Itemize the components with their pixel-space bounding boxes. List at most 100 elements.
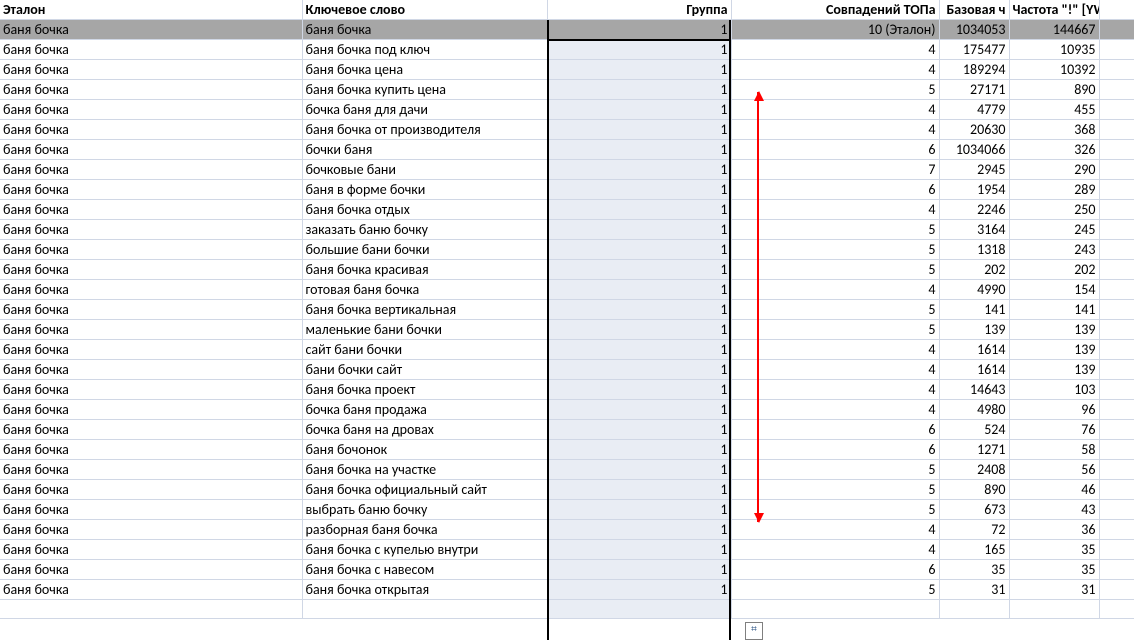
cell-tail[interactable]: [1099, 560, 1134, 580]
cell-empty[interactable]: [547, 600, 731, 619]
cell-match[interactable]: 5: [731, 500, 939, 520]
col-header-match[interactable]: Совпадений ТОПа: [731, 0, 939, 20]
cell-etalon[interactable]: баня бочка: [0, 320, 302, 340]
cell-tail[interactable]: [1099, 180, 1134, 200]
cell-tail[interactable]: [1099, 260, 1134, 280]
cell-group[interactable]: 1: [547, 440, 731, 460]
table-row[interactable]: баня бочкабаня бочка с купелью внутри141…: [0, 540, 1134, 560]
cell-group[interactable]: 1: [547, 340, 731, 360]
cell-keyword[interactable]: баня бочка вертикальная: [302, 300, 547, 320]
cell-match[interactable]: 6: [731, 560, 939, 580]
cell-etalon[interactable]: баня бочка: [0, 180, 302, 200]
cell-match[interactable]: 6: [731, 180, 939, 200]
cell-freq[interactable]: 35: [1009, 560, 1099, 580]
cell-etalon[interactable]: баня бочка: [0, 280, 302, 300]
cell-etalon[interactable]: баня бочка: [0, 200, 302, 220]
table-row[interactable]: баня бочказаказать баню бочку153164245: [0, 220, 1134, 240]
table-row[interactable]: баня бочкавыбрать баню бочку1567343: [0, 500, 1134, 520]
cell-tail[interactable]: [1099, 380, 1134, 400]
cell-group[interactable]: 1: [547, 240, 731, 260]
cell-etalon[interactable]: баня бочка: [0, 440, 302, 460]
cell-base[interactable]: 14643: [939, 380, 1009, 400]
cell-keyword[interactable]: баня бочка купить цена: [302, 80, 547, 100]
cell-empty[interactable]: [731, 600, 939, 619]
cell-freq[interactable]: 103: [1009, 380, 1099, 400]
cell-group[interactable]: 1: [547, 120, 731, 140]
table-row[interactable]: баня бочкаразборная баня бочка147236: [0, 520, 1134, 540]
cell-base[interactable]: 31: [939, 580, 1009, 600]
cell-group[interactable]: 1: [547, 180, 731, 200]
cell-tail[interactable]: [1099, 60, 1134, 80]
cell-base[interactable]: 2408: [939, 460, 1009, 480]
cell-keyword[interactable]: баня бочка на участке: [302, 460, 547, 480]
cell-match[interactable]: 4: [731, 340, 939, 360]
cell-match[interactable]: 5: [731, 300, 939, 320]
cell-empty[interactable]: [1009, 600, 1099, 619]
cell-group[interactable]: 1: [547, 160, 731, 180]
cell-base[interactable]: 189294: [939, 60, 1009, 80]
cell-group[interactable]: 1: [547, 320, 731, 340]
cell-etalon[interactable]: баня бочка: [0, 120, 302, 140]
cell-group[interactable]: 1: [547, 400, 731, 420]
cell-base[interactable]: 1614: [939, 360, 1009, 380]
table-row[interactable]: баня бочкабочка баня продажа14498096: [0, 400, 1134, 420]
table-row[interactable]: баня бочкабаня бочка от производителя142…: [0, 120, 1134, 140]
table-row[interactable]: баня бочкабаня бочка официальный сайт158…: [0, 480, 1134, 500]
table-row[interactable]: баня бочкабочки баня161034066326: [0, 140, 1134, 160]
cell-match[interactable]: 4: [731, 360, 939, 380]
cell-freq[interactable]: 326: [1009, 140, 1099, 160]
cell-group[interactable]: 1: [547, 480, 731, 500]
cell-group[interactable]: 1: [547, 540, 731, 560]
cell-freq[interactable]: 139: [1009, 320, 1099, 340]
table-row[interactable]: баня бочкабочка баня на дровах1652476: [0, 420, 1134, 440]
cell-group[interactable]: 1: [547, 60, 731, 80]
cell-freq[interactable]: 139: [1009, 340, 1099, 360]
cell-base[interactable]: 2945: [939, 160, 1009, 180]
table-row[interactable]: баня бочкабаня бочка под ключ14175477109…: [0, 40, 1134, 60]
cell-match[interactable]: 5: [731, 220, 939, 240]
cell-freq[interactable]: 43: [1009, 500, 1099, 520]
cell-keyword[interactable]: баня в форме бочки: [302, 180, 547, 200]
table-row[interactable]: баня бочкасайт бани бочки141614139: [0, 340, 1134, 360]
cell-base[interactable]: 165: [939, 540, 1009, 560]
cell-match[interactable]: 6: [731, 140, 939, 160]
cell-group[interactable]: 1: [547, 80, 731, 100]
cell-keyword[interactable]: баня бочка под ключ: [302, 40, 547, 60]
cell-keyword[interactable]: баня бочка отдых: [302, 200, 547, 220]
cell-group[interactable]: 1: [547, 40, 731, 60]
cell-match[interactable]: 4: [731, 540, 939, 560]
cell-etalon[interactable]: баня бочка: [0, 260, 302, 280]
table-row[interactable]: [0, 600, 1134, 619]
cell-base[interactable]: 1034053: [939, 20, 1009, 40]
cell-base[interactable]: 1034066: [939, 140, 1009, 160]
col-header-group[interactable]: Группа: [547, 0, 731, 20]
cell-tail[interactable]: [1099, 400, 1134, 420]
cell-keyword[interactable]: большие бани бочки: [302, 240, 547, 260]
cell-keyword[interactable]: баня бочка проект: [302, 380, 547, 400]
cell-match[interactable]: 4: [731, 380, 939, 400]
table-row[interactable]: баня бочкабани бочки сайт141614139: [0, 360, 1134, 380]
cell-empty[interactable]: [1099, 600, 1134, 619]
cell-freq[interactable]: 10392: [1009, 60, 1099, 80]
cell-freq[interactable]: 35: [1009, 540, 1099, 560]
cell-etalon[interactable]: баня бочка: [0, 560, 302, 580]
cell-base[interactable]: 4779: [939, 100, 1009, 120]
cell-base[interactable]: 4980: [939, 400, 1009, 420]
cell-base[interactable]: 20630: [939, 120, 1009, 140]
cell-match[interactable]: 4: [731, 280, 939, 300]
cell-group[interactable]: 1: [547, 140, 731, 160]
cell-etalon[interactable]: баня бочка: [0, 400, 302, 420]
cell-base[interactable]: 1271: [939, 440, 1009, 460]
cell-etalon[interactable]: баня бочка: [0, 460, 302, 480]
table-row[interactable]: баня бочкабаня бочка цена1418929410392: [0, 60, 1134, 80]
table-row[interactable]: баня бочкабочка баня для дачи144779455: [0, 100, 1134, 120]
cell-tail[interactable]: [1099, 440, 1134, 460]
cell-match[interactable]: 4: [731, 60, 939, 80]
cell-match[interactable]: 5: [731, 460, 939, 480]
cell-empty[interactable]: [0, 600, 302, 619]
cell-etalon[interactable]: баня бочка: [0, 80, 302, 100]
cell-freq[interactable]: 46: [1009, 480, 1099, 500]
cell-etalon[interactable]: баня бочка: [0, 340, 302, 360]
cell-tail[interactable]: [1099, 160, 1134, 180]
cell-etalon[interactable]: баня бочка: [0, 240, 302, 260]
